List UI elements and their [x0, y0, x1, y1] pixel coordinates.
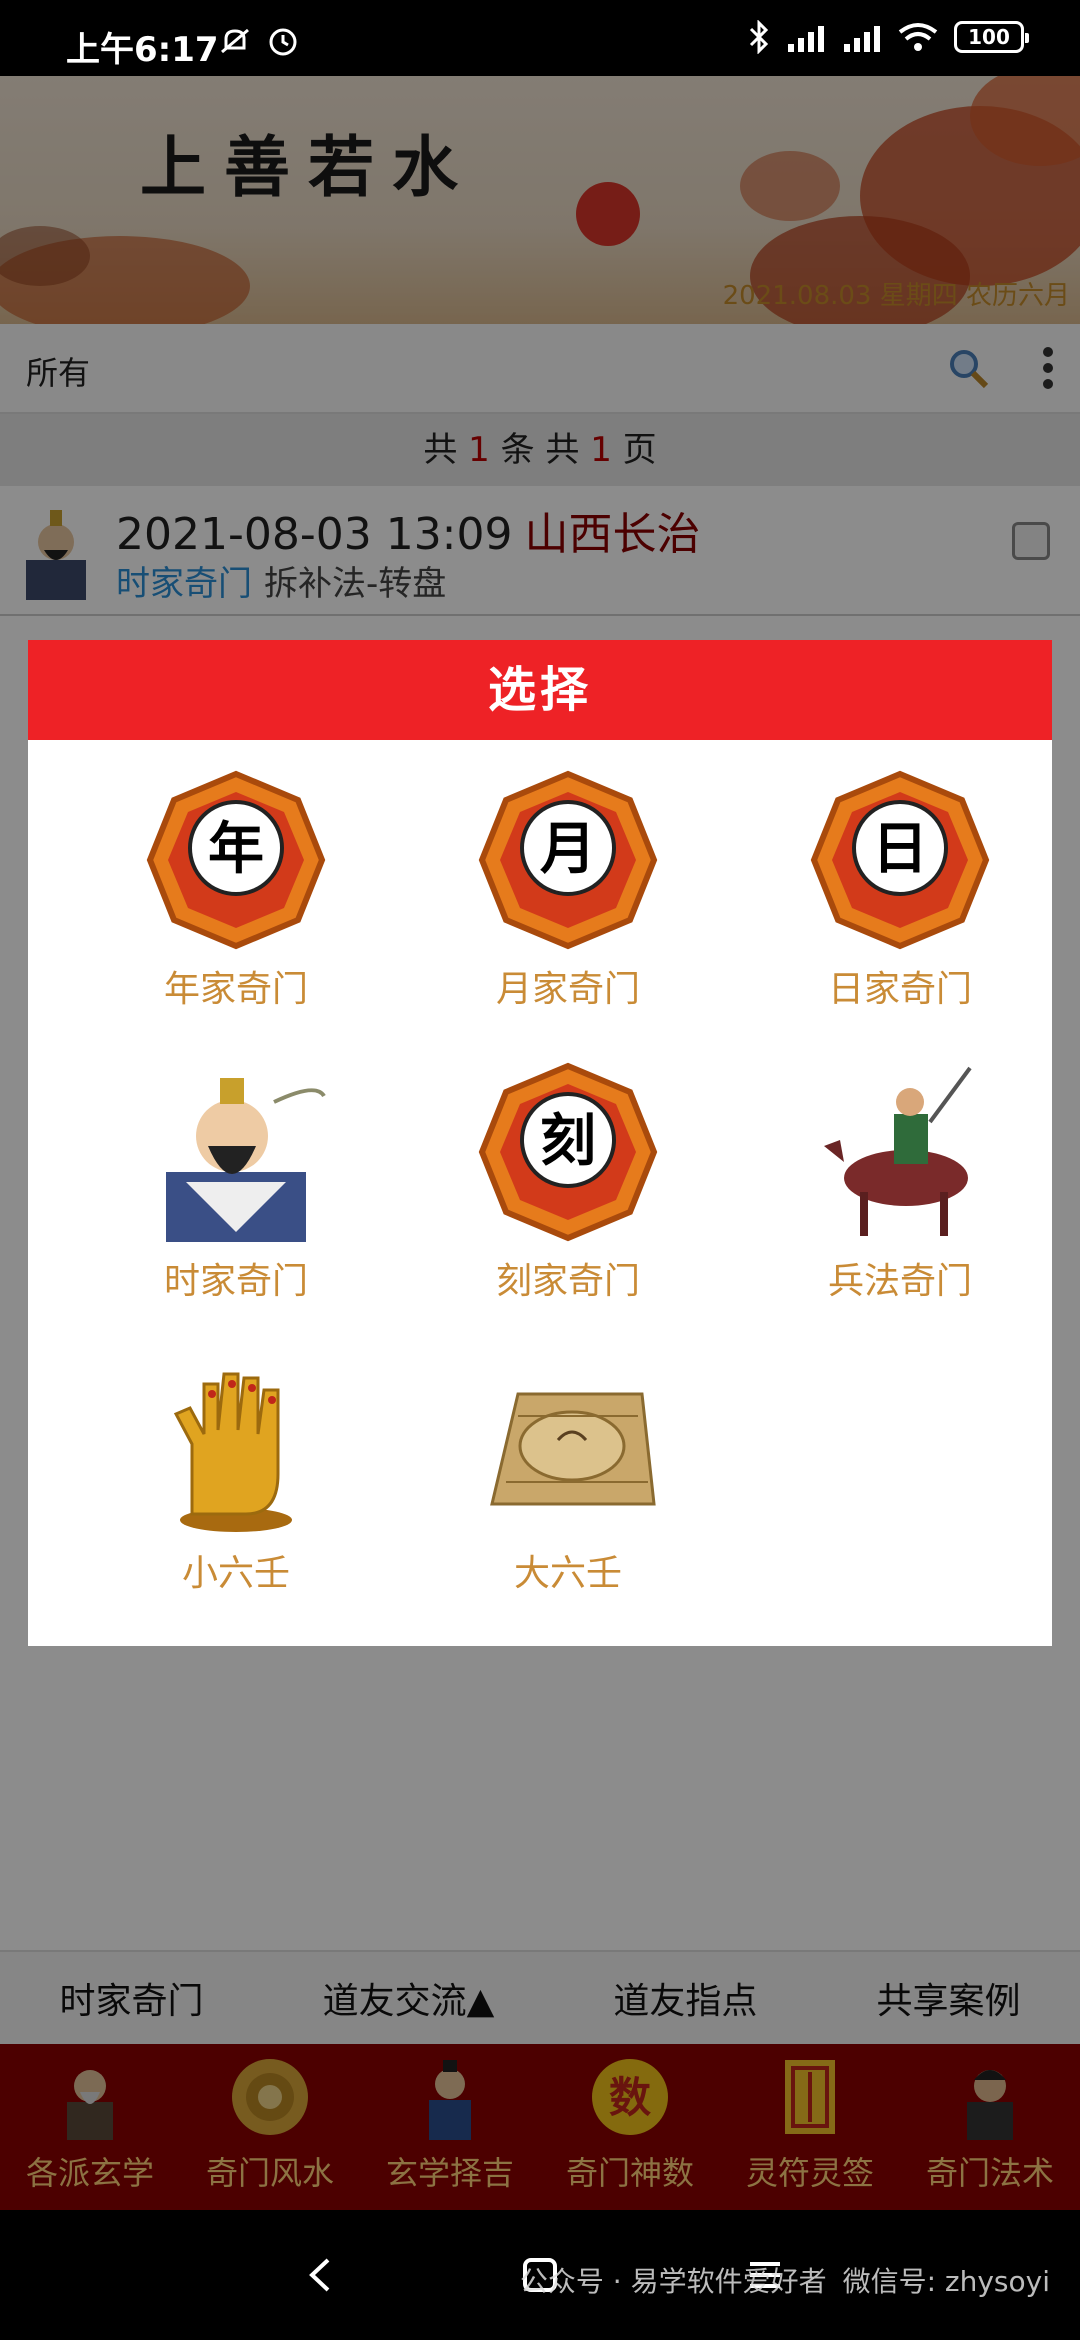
- option-yuejia[interactable]: 月 月家奇门: [388, 740, 718, 1030]
- option-shijia[interactable]: 时家奇门: [56, 1032, 386, 1322]
- option-label: 年家奇门: [163, 969, 308, 1010]
- sage-portrait-icon: [166, 1078, 326, 1242]
- hd-signal-icon: [788, 26, 824, 52]
- option-bingfa[interactable]: 兵法奇门: [720, 1032, 1050, 1322]
- status-right: 100: [748, 20, 1029, 54]
- month-glyph: 月: [540, 816, 596, 882]
- bagua-month-icon: 月: [478, 770, 658, 950]
- golden-hand-icon: [173, 1372, 292, 1532]
- compass-board-icon: [490, 1392, 656, 1506]
- watermark-2: 微信号: zhysoyi: [842, 2265, 1050, 2298]
- quarter-glyph: 刻: [540, 1108, 596, 1174]
- option-nianjia[interactable]: 年 年家奇门: [56, 740, 386, 1030]
- warrior-horse-icon: [824, 1066, 972, 1236]
- status-bar: 上午6:17 100: [0, 0, 1080, 76]
- option-label: 月家奇门: [495, 969, 640, 1010]
- option-label: 日家奇门: [827, 969, 972, 1010]
- day-glyph: 日: [872, 816, 928, 882]
- signal-icon: [844, 26, 880, 52]
- watermark: 公众号 · 易学软件爱好者 微信号: zhysoyi: [520, 2260, 1050, 2300]
- back-icon[interactable]: [296, 2250, 346, 2300]
- bagua-year-icon: 年: [146, 770, 326, 950]
- year-glyph: 年: [208, 816, 264, 882]
- alarm-icon: [269, 28, 297, 56]
- option-label: 刻家奇门: [495, 1261, 640, 1302]
- bluetooth-icon: [749, 20, 769, 54]
- wifi-icon: [898, 23, 938, 51]
- option-label: 大六壬: [513, 1553, 622, 1594]
- option-xiaoliuren[interactable]: 小六壬: [56, 1324, 386, 1614]
- select-dialog: 选择 年 年家奇门 月 月家奇门 日 日家奇门 时家奇门 刻 刻家奇门 兵法奇门…: [28, 640, 1052, 1646]
- bagua-day-icon: 日: [810, 770, 990, 950]
- bagua-quarter-icon: 刻: [478, 1062, 658, 1242]
- status-time: 上午6:17: [66, 30, 219, 70]
- system-nav-bar: 公众号 · 易学软件爱好者 微信号: zhysoyi: [0, 2210, 1080, 2340]
- option-rijia[interactable]: 日 日家奇门: [720, 740, 1050, 1030]
- dialog-title: 选择: [28, 640, 1052, 740]
- bell-muted-icon: [221, 28, 249, 54]
- option-kejia[interactable]: 刻 刻家奇门: [388, 1032, 718, 1322]
- option-label: 兵法奇门: [827, 1261, 972, 1302]
- watermark-1: 公众号 · 易学软件爱好者: [519, 2265, 827, 2298]
- option-daliuren[interactable]: 大六壬: [388, 1324, 718, 1614]
- option-label: 时家奇门: [163, 1261, 308, 1302]
- option-label: 小六壬: [181, 1553, 290, 1594]
- battery-indicator: 100: [954, 21, 1029, 53]
